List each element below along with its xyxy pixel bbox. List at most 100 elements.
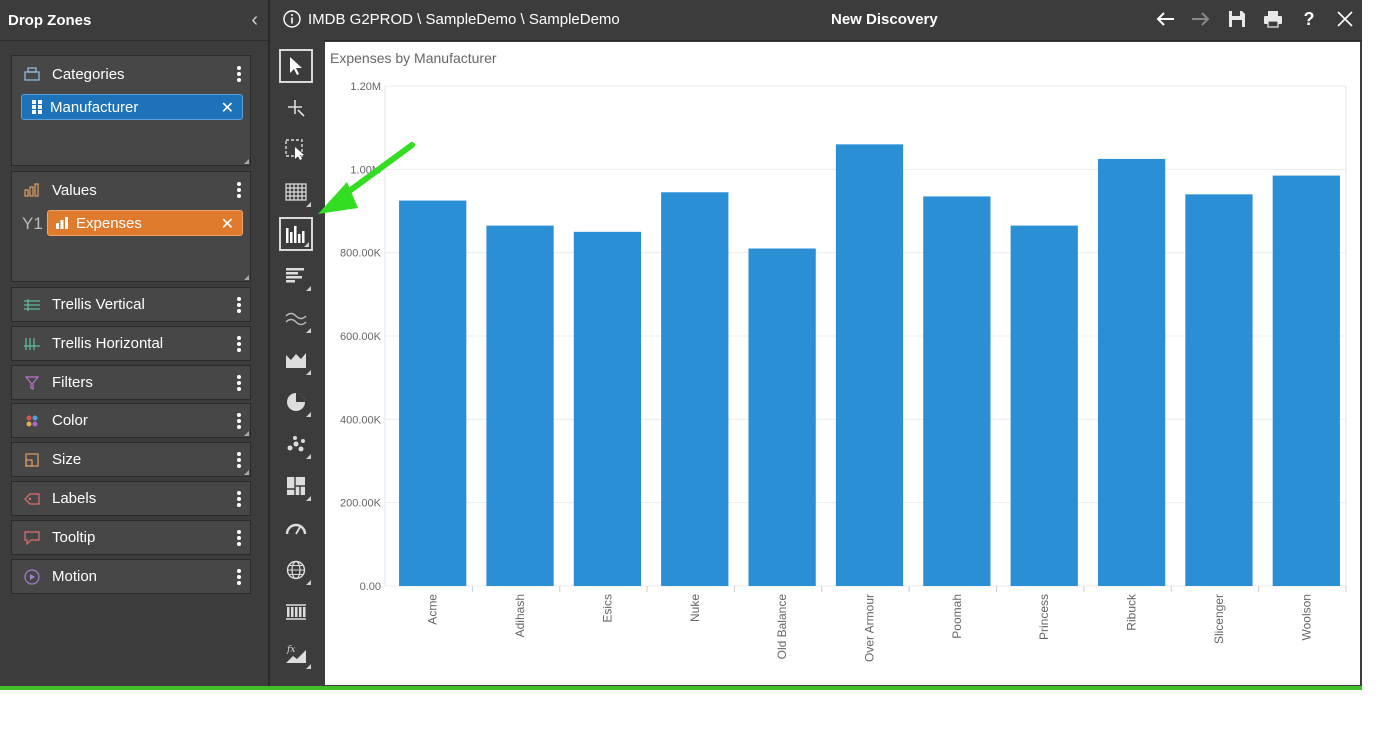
pointer-tool-button[interactable] — [279, 49, 313, 83]
zone-menu-icon[interactable] — [236, 528, 242, 548]
bar-over-armour[interactable] — [835, 144, 904, 586]
lasso-select-button[interactable] — [279, 133, 313, 167]
forward-arrow-icon[interactable] — [1190, 8, 1212, 30]
collapse-panel-icon[interactable]: ‹ — [251, 9, 258, 32]
trellis-horizontal-zone[interactable]: Trellis Horizontal — [11, 326, 251, 361]
gauge-button[interactable] — [279, 511, 313, 545]
zone-menu-icon[interactable] — [236, 411, 242, 431]
save-icon[interactable] — [1226, 8, 1248, 30]
motion-zone[interactable]: Motion — [11, 559, 251, 594]
print-icon[interactable] — [1262, 8, 1284, 30]
y-tick-label: 1.20M — [350, 81, 381, 93]
grid-table-button[interactable] — [279, 175, 313, 209]
y1-axis-tag: Y1 — [22, 214, 43, 233]
grid-icon — [32, 100, 42, 114]
zone-menu-icon[interactable] — [236, 450, 242, 470]
bar-nuke[interactable] — [661, 192, 729, 586]
tooltip-zone[interactable]: Tooltip — [11, 520, 251, 555]
manufacturer-pill[interactable]: Manufacturer ✕ — [21, 94, 243, 120]
remove-expenses-icon[interactable]: ✕ — [221, 214, 234, 234]
page-title: New Discovery — [831, 11, 938, 28]
expenses-pill[interactable]: Expenses ✕ — [47, 210, 243, 236]
map-globe-button[interactable] — [279, 553, 313, 587]
bar-old-balance[interactable] — [748, 248, 816, 587]
y-tick-label: 600.00K — [340, 331, 382, 343]
pie-chart-button[interactable] — [279, 385, 313, 419]
area-chart-button[interactable] — [279, 343, 313, 377]
zone-label: Filters — [52, 374, 93, 391]
x-tick-label: Adihash — [513, 594, 527, 637]
size-icon — [12, 452, 52, 467]
categories-menu-icon[interactable] — [236, 64, 242, 84]
bar-princess[interactable] — [1010, 225, 1078, 587]
x-tick-label: Poomah — [950, 594, 964, 639]
column-chart-button[interactable] — [279, 217, 313, 251]
drop-zones-title: Drop Zones — [8, 11, 92, 29]
zone-menu-icon[interactable] — [236, 373, 242, 393]
x-tick-label: Over Armour — [863, 594, 877, 662]
zone-menu-icon[interactable] — [236, 567, 242, 587]
filters-zone[interactable]: Filters — [11, 365, 251, 400]
y-tick-label: 800.00K — [340, 248, 382, 260]
x-tick-label: Nuke — [688, 594, 702, 622]
drop-zones-panel: Drop Zones ‹ Categories Manufacturer ✕ V… — [0, 0, 270, 690]
tooltip-icon — [12, 530, 52, 545]
bar-adihash[interactable] — [486, 225, 554, 587]
zone-label: Tooltip — [52, 529, 96, 546]
zone-label: Trellis Horizontal — [52, 335, 164, 352]
size-zone[interactable]: Size — [11, 442, 251, 477]
visual-toolbar: fx — [271, 40, 323, 690]
bar-slicenger[interactable] — [1185, 194, 1253, 587]
x-tick-label: Ribuck — [1125, 593, 1139, 631]
zone-menu-icon[interactable] — [236, 489, 242, 509]
zone-menu-icon[interactable] — [236, 334, 242, 354]
y-tick-label: 1.00M — [350, 164, 381, 176]
crosshair-tool-button[interactable] — [279, 91, 313, 125]
expenses-pill-label: Expenses — [76, 214, 142, 232]
bar-chart: 0.00 200.00K 400.00K 600.00K 800.00K 1.00M 1.2… — [340, 81, 1347, 662]
bar-poomah[interactable] — [923, 196, 991, 586]
treemap-button[interactable] — [279, 469, 313, 503]
trellis-vertical-zone[interactable]: Trellis Vertical — [11, 287, 251, 322]
zone-label: Size — [52, 451, 82, 468]
color-icon — [12, 414, 52, 428]
zone-label: Labels — [52, 490, 97, 507]
x-tick-label: Woolson — [1299, 594, 1313, 640]
bar-woolson[interactable] — [1272, 175, 1340, 587]
values-icon — [12, 183, 52, 197]
x-tick-label: Esics — [600, 594, 614, 623]
trellis-vertical-icon — [12, 298, 52, 311]
help-icon[interactable]: ? — [1298, 8, 1320, 30]
labels-zone[interactable]: Labels — [11, 481, 251, 516]
info-icon[interactable] — [283, 10, 301, 28]
app-window: Drop Zones ‹ Categories Manufacturer ✕ V… — [0, 0, 1362, 690]
x-tick-label: Acme — [426, 594, 440, 625]
function-chart-button[interactable]: fx — [279, 637, 313, 671]
remove-manufacturer-icon[interactable]: ✕ — [221, 98, 234, 118]
bar-esics[interactable] — [573, 231, 642, 587]
bar-chart-horizontal-button[interactable] — [279, 259, 313, 293]
line-chart-button[interactable] — [279, 301, 313, 335]
zone-label: Color — [52, 412, 88, 429]
filter-icon — [12, 375, 52, 390]
bar-acme[interactable] — [399, 200, 467, 587]
scatter-chart-button[interactable] — [279, 427, 313, 461]
discovery-header: IMDB G2PROD \ SampleDemo \ SampleDemo Ne… — [271, 0, 1362, 41]
categories-zone[interactable]: Categories Manufacturer ✕ — [11, 55, 251, 166]
zone-menu-icon[interactable] — [236, 295, 242, 315]
back-arrow-icon[interactable] — [1154, 8, 1176, 30]
breadcrumb: IMDB G2PROD \ SampleDemo \ SampleDemo — [308, 10, 620, 28]
color-zone[interactable]: Color — [11, 403, 251, 438]
svg-text:fx: fx — [286, 645, 295, 655]
chart-panel: Expenses by Manufacturer 0.00 200.00K 400.… — [325, 42, 1360, 685]
close-icon[interactable] — [1334, 8, 1356, 30]
bar-ribuck[interactable] — [1097, 158, 1166, 586]
values-label: Values — [52, 181, 97, 199]
categories-label: Categories — [52, 65, 125, 83]
values-menu-icon[interactable] — [236, 180, 242, 200]
motion-icon — [12, 568, 52, 585]
x-tick-label: Princess — [1037, 594, 1051, 640]
pivot-grid-button[interactable] — [279, 595, 313, 629]
values-zone[interactable]: Values Y1 Expenses ✕ — [11, 171, 251, 282]
trellis-horizontal-icon — [12, 337, 52, 350]
